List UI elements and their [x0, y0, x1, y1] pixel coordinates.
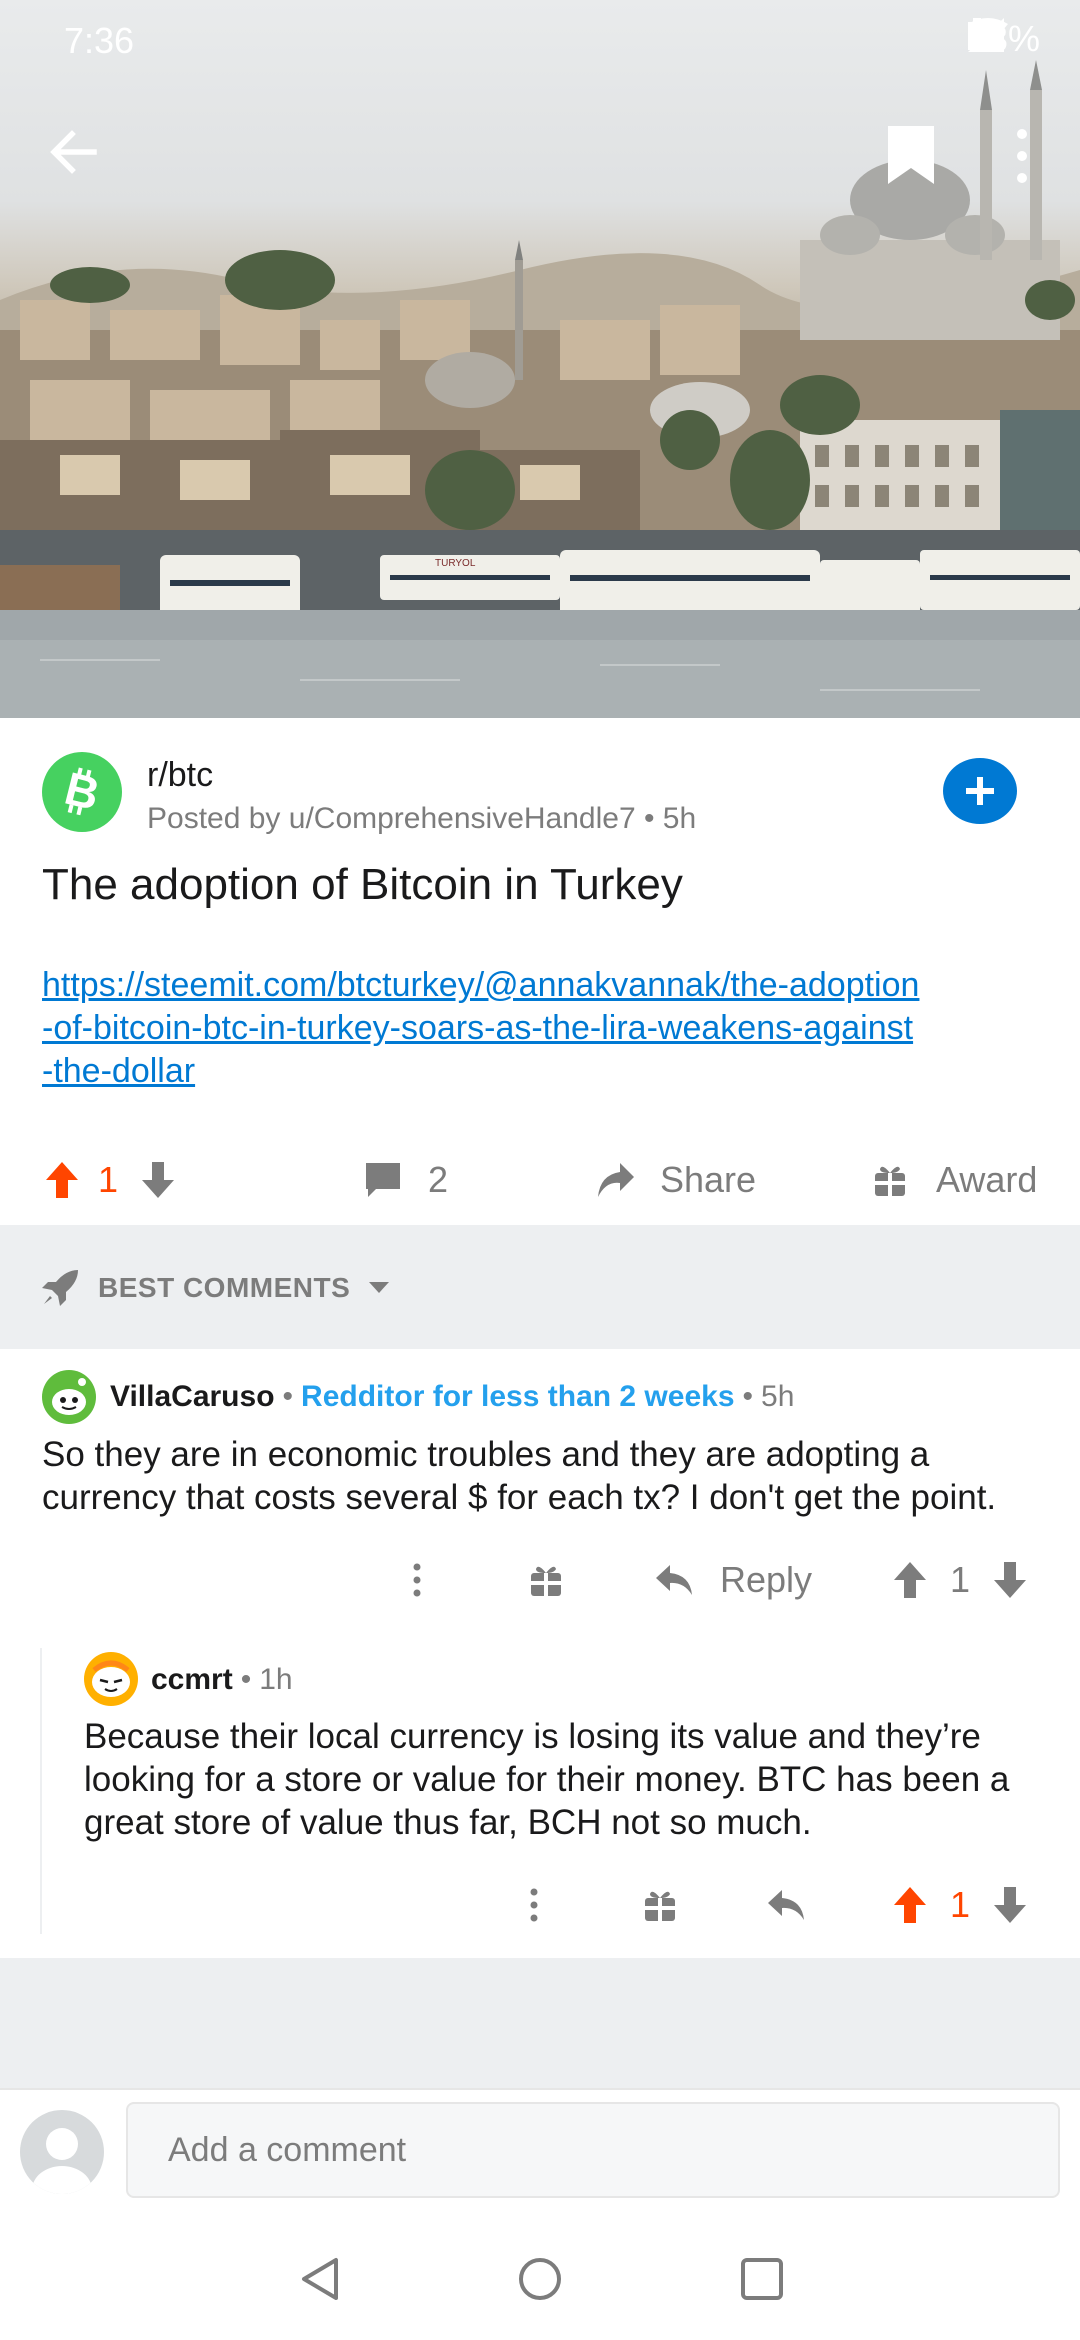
- arrow-left-icon: [50, 130, 97, 174]
- comment-more-button[interactable]: [529, 1870, 549, 1940]
- subreddit-name[interactable]: r/btc: [147, 756, 213, 795]
- share-label: Share: [660, 1159, 757, 1200]
- meta-separator: •: [742, 1380, 754, 1413]
- gift-icon: [531, 1566, 561, 1596]
- downvote-icon[interactable]: [140, 1160, 176, 1200]
- share-icon: [598, 1163, 634, 1197]
- comments-button[interactable]: 2: [364, 1140, 448, 1220]
- snoo-avatar-icon: [52, 1378, 86, 1415]
- post-link-line[interactable]: https://steemit.com/btcturkey/@annakvann…: [42, 964, 1042, 1007]
- upvote-icon[interactable]: [44, 1160, 80, 1200]
- reply-icon: [656, 1565, 692, 1595]
- triangle-back-icon: [302, 2258, 338, 2300]
- post-link[interactable]: https://steemit.com/btcturkey/@annakvann…: [42, 964, 1042, 1093]
- snoo-avatar-icon: [92, 1660, 130, 1697]
- add-comment-input[interactable]: [126, 2102, 1060, 2198]
- nav-back-button[interactable]: [296, 2254, 346, 2304]
- more-vertical-icon: [1017, 129, 1027, 183]
- status-time: 7:36: [64, 20, 135, 61]
- comment-award-button[interactable]: [530, 1545, 562, 1615]
- reply-button[interactable]: Reply: [654, 1545, 812, 1615]
- more-options-button[interactable]: [1010, 124, 1034, 188]
- plus-icon: [966, 777, 994, 805]
- reply-label: Reply: [720, 1559, 813, 1600]
- comment-line: Because their local currency is losing i…: [84, 1717, 981, 1756]
- comment-author[interactable]: VillaCaruso: [110, 1380, 275, 1414]
- comment-header: VillaCaruso • Redditor for less than 2 w…: [110, 1380, 794, 1414]
- user-placeholder-icon: [32, 2128, 92, 2194]
- post-link-line[interactable]: -the-dollar: [42, 1050, 1042, 1093]
- award-button[interactable]: Award: [874, 1140, 1037, 1220]
- comment-body: So they are in economic troubles and the…: [42, 1433, 1062, 1519]
- comment-sort-dropdown[interactable]: BEST COMMENTS: [40, 1258, 390, 1318]
- post-action-bar: 1 2 Share Award: [0, 1140, 1080, 1220]
- circle-home-icon: [519, 2258, 561, 2300]
- bitcoin-icon: B: [60, 763, 105, 820]
- more-vertical-icon: [530, 1888, 538, 1922]
- gift-icon: [875, 1166, 905, 1196]
- nav-home-button[interactable]: [515, 2254, 565, 2304]
- comment-line: great store of value thus far, BCH not s…: [84, 1803, 812, 1842]
- user-flair: Redditor for less than 2 weeks: [301, 1380, 735, 1413]
- comment-line: looking for a store or value for their m…: [84, 1760, 1010, 1799]
- status-bar: 7:36 73%: [0, 0, 1080, 80]
- chevron-down-icon: [369, 1282, 390, 1293]
- post-link-line[interactable]: -of-bitcoin-btc-in-turkey-soars-as-the-l…: [42, 1007, 1042, 1050]
- meta-separator: •: [240, 1663, 252, 1696]
- status-icons: 73%: [967, 18, 1040, 60]
- comment-vote-control: 1: [892, 1545, 1028, 1615]
- comment-icon: [366, 1163, 400, 1197]
- comment-line: So they are in economic troubles and the…: [42, 1435, 930, 1474]
- post-title: The adoption of Bitcoin in Turkey: [42, 860, 683, 909]
- subreddit-avatar[interactable]: B: [42, 752, 122, 832]
- ferry-sign-text: TURYOL: [435, 558, 476, 569]
- downvote-icon[interactable]: [992, 1885, 1028, 1925]
- istanbul-skyline-image: TURYOL: [0, 60, 1080, 718]
- post-meta: Posted by u/ComprehensiveHandle7 • 5h: [147, 802, 697, 835]
- post-vote-control: 1: [44, 1140, 176, 1220]
- commenter-avatar[interactable]: [84, 1652, 138, 1706]
- comment-header: ccmrt • 1h: [151, 1663, 293, 1697]
- sort-label: BEST COMMENTS: [98, 1272, 351, 1303]
- comment-body: Because their local currency is losing i…: [84, 1715, 1064, 1844]
- comment-age: 1h: [259, 1663, 293, 1696]
- svg-text:B: B: [60, 763, 105, 820]
- meta-separator: •: [282, 1380, 294, 1413]
- post-score: 1: [98, 1159, 119, 1200]
- comment-line: currency that costs several $ for each t…: [42, 1478, 997, 1517]
- upvote-icon[interactable]: [892, 1885, 928, 1925]
- post-image[interactable]: TURYOL 7:36 73%: [0, 0, 1080, 718]
- save-button[interactable]: [886, 124, 936, 186]
- comment-score: 1: [950, 1559, 971, 1600]
- downvote-icon[interactable]: [992, 1560, 1028, 1600]
- user-avatar[interactable]: [20, 2110, 104, 2194]
- bookmark-icon: [888, 126, 934, 184]
- gift-icon: [645, 1891, 675, 1921]
- square-recents-icon: [741, 2258, 783, 2300]
- comment-score: 1: [950, 1884, 971, 1925]
- back-button[interactable]: [44, 122, 104, 182]
- comment-actions: Reply 1: [0, 1545, 1080, 1615]
- comments-end-spacer: [0, 1958, 1080, 2088]
- award-label: Award: [936, 1159, 1038, 1200]
- comment-vote-control: 1: [892, 1870, 1028, 1940]
- comment-actions: 1: [0, 1870, 1080, 1940]
- upvote-icon[interactable]: [892, 1560, 928, 1600]
- rocket-icon: [42, 1270, 78, 1306]
- comment-more-button[interactable]: [412, 1545, 432, 1615]
- comment-age: 5h: [761, 1380, 795, 1413]
- comment-author[interactable]: ccmrt: [151, 1663, 233, 1697]
- reply-button[interactable]: [766, 1870, 806, 1940]
- nav-recents-button[interactable]: [737, 2254, 787, 2304]
- comment-award-button[interactable]: [644, 1870, 676, 1940]
- battery-icon: [967, 18, 986, 50]
- commenter-avatar[interactable]: [42, 1370, 96, 1424]
- comment-count: 2: [428, 1159, 449, 1200]
- more-vertical-icon: [413, 1563, 421, 1597]
- reply-icon: [768, 1890, 804, 1920]
- join-subreddit-button[interactable]: [943, 758, 1017, 824]
- share-button[interactable]: Share: [596, 1140, 756, 1220]
